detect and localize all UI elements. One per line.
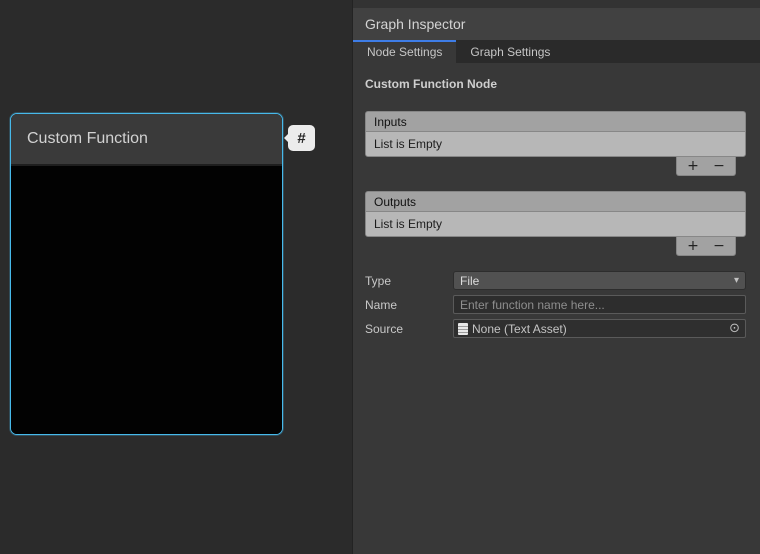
inputs-remove-button[interactable]: − [707, 158, 731, 175]
inspector-top-gap [353, 0, 760, 8]
tab-graph-settings-label: Graph Settings [470, 45, 550, 59]
hash-badge-icon[interactable]: # [288, 125, 315, 151]
source-field-row: Source None (Text Asset) ⊙ [365, 319, 746, 338]
name-field-row: Name [365, 295, 746, 314]
inputs-empty-text: List is Empty [374, 137, 442, 151]
outputs-list-footer: + − [676, 237, 736, 256]
hash-badge-label: # [297, 130, 305, 147]
tab-node-settings[interactable]: Node Settings [353, 40, 456, 63]
custom-function-node[interactable]: Custom Function [10, 113, 283, 435]
inputs-list-header: Inputs [365, 111, 746, 131]
inspector-tabbar: Node Settings Graph Settings [353, 40, 760, 63]
type-label: Type [365, 274, 453, 288]
source-object-value: None (Text Asset) [472, 322, 723, 336]
node-settings-pane: Custom Function Node Inputs List is Empt… [353, 63, 760, 338]
name-label: Name [365, 298, 453, 312]
node-body [11, 166, 282, 434]
function-name-input[interactable] [453, 295, 746, 314]
inputs-add-button[interactable]: + [681, 158, 705, 175]
source-label: Source [365, 322, 453, 336]
outputs-list-title: Outputs [374, 195, 416, 209]
inputs-empty-row: List is Empty [365, 131, 746, 157]
outputs-remove-button[interactable]: − [707, 238, 731, 255]
outputs-list: Outputs List is Empty + − [365, 191, 746, 237]
outputs-list-header: Outputs [365, 191, 746, 211]
chevron-down-icon: ▾ [734, 275, 739, 286]
node-title: Custom Function [27, 130, 148, 148]
tab-node-settings-label: Node Settings [367, 45, 442, 59]
object-picker-icon[interactable]: ⊙ [727, 320, 742, 337]
inputs-list-title: Inputs [374, 115, 407, 129]
inputs-list: Inputs List is Empty + − [365, 111, 746, 157]
type-dropdown[interactable]: File ▾ [453, 271, 746, 290]
type-field-row: Type File ▾ [365, 271, 746, 290]
node-header[interactable]: Custom Function [11, 114, 282, 166]
graph-inspector-panel: Graph Inspector Node Settings Graph Sett… [352, 0, 760, 554]
tab-graph-settings[interactable]: Graph Settings [456, 40, 564, 63]
shader-graph-window: Custom Function # Graph Inspector Node S… [0, 0, 760, 554]
source-object-field[interactable]: None (Text Asset) ⊙ [453, 319, 746, 338]
inspector-title: Graph Inspector [365, 16, 465, 32]
type-dropdown-value: File [460, 274, 479, 288]
inspector-header[interactable]: Graph Inspector [353, 8, 760, 40]
outputs-add-button[interactable]: + [681, 238, 705, 255]
node-settings-heading: Custom Function Node [365, 77, 746, 91]
outputs-empty-text: List is Empty [374, 217, 442, 231]
outputs-empty-row: List is Empty [365, 211, 746, 237]
inputs-list-footer: + − [676, 157, 736, 176]
text-asset-icon [458, 323, 468, 335]
